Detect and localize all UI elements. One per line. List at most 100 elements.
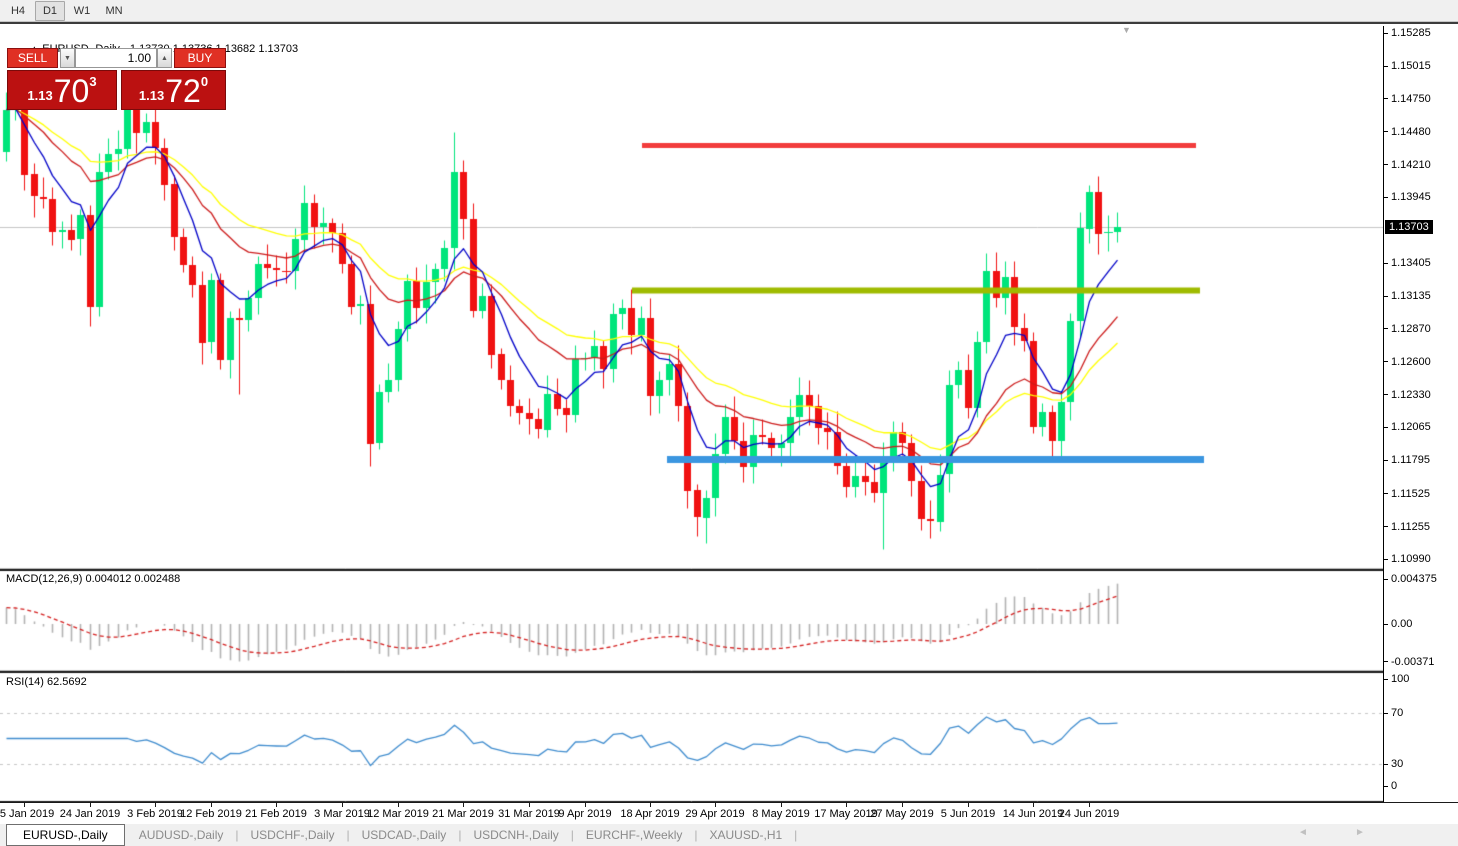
price-tick-label: 1.10990 <box>1384 553 1431 565</box>
date-label: 9 Apr 2019 <box>558 808 612 820</box>
date-tick <box>902 803 903 807</box>
date-tick <box>276 803 277 807</box>
date-tick <box>211 803 212 807</box>
date-label: 12 Feb 2019 <box>180 808 242 820</box>
buy-price-button[interactable]: 1.13 72 0 <box>121 70 226 110</box>
buy-price-big: 72 <box>165 73 201 109</box>
date-tick <box>342 803 343 807</box>
sell-price-button[interactable]: 1.13 70 3 <box>7 70 117 110</box>
date-label: 31 Mar 2019 <box>498 808 560 820</box>
sell-price-pip: 3 <box>89 74 97 89</box>
price-tick-label: 1.13405 <box>1384 257 1431 269</box>
price-tick-label: 1.12870 <box>1384 323 1431 335</box>
buy-price-pip: 0 <box>200 74 209 89</box>
rsi-tick-label: 0 <box>1384 780 1397 792</box>
timeframe-toolbar: H4 D1 W1 MN <box>0 0 1458 22</box>
volume-input[interactable] <box>75 48 157 68</box>
timeframe-mn[interactable]: MN <box>99 1 129 21</box>
date-label: 21 Mar 2019 <box>432 808 494 820</box>
tab-audusd-daily[interactable]: AUDUSD-,Daily <box>127 828 236 842</box>
date-axis[interactable]: 15 Jan 2019 24 Jan 2019 3 Feb 201912 Feb 2… <box>0 802 1458 824</box>
price-tick-label: 1.14210 <box>1384 159 1431 171</box>
date-label: 18 Apr 2019 <box>620 808 680 820</box>
date-tick <box>715 803 716 807</box>
price-tick-label: 1.13135 <box>1384 290 1431 302</box>
trade-controls-row: SELL ▼ ▲ BUY <box>7 48 226 68</box>
date-label: 8 May 2019 <box>752 808 810 820</box>
rsi-tick-label: 70 <box>1384 707 1403 719</box>
date-label: 15 Jan 2019 <box>0 808 55 820</box>
rsi-tick-label: 100 <box>1384 673 1409 685</box>
price-axis[interactable]: 1.15285 1.15015 1.14750 1.14480 1.14210 1.139… <box>1383 26 1458 802</box>
price-tick-label: 1.13945 <box>1384 191 1431 203</box>
date-label: 5 Jun 2019 <box>940 808 996 820</box>
price-tick-label: 1.11795 <box>1384 454 1430 466</box>
date-tick <box>650 803 651 807</box>
date-tick <box>529 803 530 807</box>
tab-usdchf-daily[interactable]: USDCHF-,Daily <box>239 828 347 842</box>
macd-tick-label: -0.00371 <box>1384 656 1434 668</box>
date-label: 21 Feb 2019 <box>245 808 307 820</box>
date-label: 24 Jan 2019 <box>59 808 121 820</box>
date-tick <box>1089 803 1090 807</box>
volume-decrease-button[interactable]: ▼ <box>60 48 75 68</box>
price-tick-label: 1.14480 <box>1384 126 1431 138</box>
chart-area: ▲EURUSD-,Daily1.13730 1.13736 1.13682 1.… <box>0 22 1458 824</box>
price-tick-label: 1.15285 <box>1384 27 1431 39</box>
date-label: 3 Feb 2019 <box>127 808 183 820</box>
tab-eurchf-weekly[interactable]: EURCHF-,Weekly <box>574 828 694 842</box>
timeframe-h4[interactable]: H4 <box>3 1 33 21</box>
tab-usdcad-daily[interactable]: USDCAD-,Daily <box>350 828 459 842</box>
date-label: 24 Jun 2019 <box>1058 808 1120 820</box>
date-label: 3 Mar 2019 <box>314 808 370 820</box>
volume-increase-button[interactable]: ▲ <box>157 48 172 68</box>
tab-usdcnh-daily[interactable]: USDCNH-,Daily <box>461 828 570 842</box>
date-tick <box>90 803 91 807</box>
date-label: 14 Jun 2019 <box>1002 808 1064 820</box>
macd-tick-label: 0.004375 <box>1384 573 1437 585</box>
sell-price-big: 70 <box>53 73 90 109</box>
buy-button[interactable]: BUY <box>174 48 226 68</box>
date-tick <box>24 803 25 807</box>
price-tick-label: 1.12065 <box>1384 421 1431 433</box>
date-tick <box>463 803 464 807</box>
macd-tick-label: 0.00 <box>1384 618 1412 630</box>
trading-terminal-window: H4D1W1MN ▲EURUSD-,Daily1.13730 1.13736 1… <box>0 0 1458 846</box>
tab-xauusd-h1[interactable]: XAUUSD-,H1 <box>697 828 794 842</box>
spinner-down-icon: ▼ <box>64 54 71 62</box>
sell-price-prefix: 1.13 <box>27 88 53 103</box>
timeframe-w1[interactable]: W1 <box>67 1 97 21</box>
date-tick <box>781 803 782 807</box>
date-tick <box>968 803 969 807</box>
rsi-tick-label: 30 <box>1384 758 1403 770</box>
chart-tab-bar: EURUSD-,Daily AUDUSD-,Daily | USDCHF-,Daily… <box>0 822 1458 846</box>
macd-label: MACD(12,26,9) 0.004012 0.002488 <box>6 573 181 585</box>
tabs-scroll-right-icon[interactable]: ► <box>1355 827 1365 838</box>
chart-collapse-icon[interactable]: ▼ <box>1122 25 1131 35</box>
tab-separator: | <box>794 827 798 842</box>
one-click-trade-panel: SELL ▼ ▲ BUY 1.13703 1.13720 <box>7 48 226 110</box>
date-label: 12 Mar 2019 <box>367 808 429 820</box>
current-price-label: 1.13703 <box>1385 219 1433 234</box>
tabs-scroll-left-icon[interactable]: ◄ <box>1298 827 1308 838</box>
date-tick <box>846 803 847 807</box>
price-tick-label: 1.14750 <box>1384 93 1431 105</box>
price-tick-label: 1.11255 <box>1384 521 1430 533</box>
price-tick-label: 1.12600 <box>1384 356 1431 368</box>
chart-canvas[interactable] <box>0 26 1383 802</box>
rsi-label: RSI(14) 62.5692 <box>6 676 87 688</box>
date-label: 27 May 2019 <box>870 808 934 820</box>
date-tick <box>155 803 156 807</box>
tab-eurusd-daily[interactable]: EURUSD-,Daily <box>6 823 125 846</box>
buy-price-prefix: 1.13 <box>138 88 165 103</box>
date-tick <box>585 803 586 807</box>
price-tick-label: 1.15015 <box>1384 60 1431 72</box>
sell-button[interactable]: SELL <box>7 48 58 68</box>
spinner-up-icon: ▲ <box>161 54 168 62</box>
date-label: 29 Apr 2019 <box>685 808 745 820</box>
timeframe-d1[interactable]: D1 <box>35 0 65 21</box>
price-tick-label: 1.11525 <box>1384 488 1430 500</box>
date-tick <box>398 803 399 807</box>
price-tick-label: 1.12330 <box>1384 389 1431 401</box>
date-label: 17 May 2019 <box>814 808 878 820</box>
